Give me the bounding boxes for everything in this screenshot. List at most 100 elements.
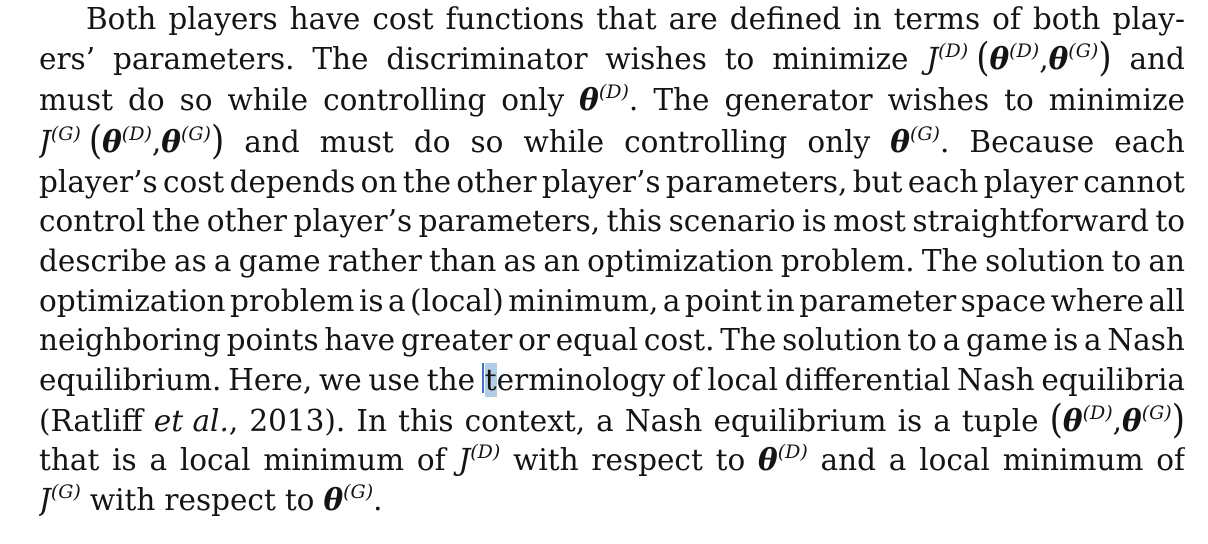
math-theta: θ	[102, 124, 122, 159]
word: neighboring	[39, 323, 221, 357]
math-period: .	[373, 483, 383, 517]
math-theta: θ	[1048, 41, 1069, 76]
word: and	[1129, 42, 1185, 76]
word: is	[897, 404, 923, 438]
text-line: that is a local minimum of J(D) with respect to θ(…	[39, 440, 1185, 480]
word: ers’	[39, 42, 96, 76]
math-lparen: (	[88, 118, 103, 164]
word: each	[1114, 125, 1185, 159]
word: while	[523, 125, 605, 159]
word: than	[428, 244, 497, 278]
math-J-D: J(D)	[926, 39, 968, 79]
word: of	[416, 443, 446, 477]
word: The	[312, 42, 369, 76]
word: while	[227, 83, 309, 117]
word: Both	[86, 2, 157, 36]
word: game	[966, 323, 1048, 357]
math-theta-D: θ(D)	[102, 122, 152, 162]
word: a	[213, 244, 232, 278]
word: optimization	[587, 244, 774, 278]
word: solution	[985, 244, 1105, 278]
etal-comma: ,	[228, 404, 239, 438]
word: play-	[1112, 2, 1185, 36]
word: to	[715, 443, 746, 477]
math-theta-G: θ(G)	[161, 122, 211, 162]
word: on	[360, 165, 398, 199]
word: is	[1053, 323, 1079, 357]
word: equilibrium	[713, 404, 887, 438]
word: Nash	[957, 363, 1035, 397]
math-superscript: (G)	[909, 123, 940, 145]
word: use	[368, 363, 421, 397]
text-line: (Ratliff et al., 2013). In this context, a Nash…	[39, 397, 1185, 443]
word: point	[684, 284, 762, 318]
word: player’s	[541, 165, 661, 199]
word: parameters.	[112, 42, 295, 76]
math-period: .	[628, 83, 639, 117]
word: describe	[39, 244, 167, 278]
math-rparen: )	[1171, 397, 1185, 443]
word: optimization	[39, 284, 226, 318]
word: (local)	[410, 284, 504, 318]
word: do	[127, 83, 165, 117]
math-superscript: (D)	[121, 123, 152, 145]
word: that	[596, 2, 657, 36]
math-J-D: J(D)	[458, 440, 500, 480]
word: so	[179, 83, 213, 117]
math-thetaD-period: θ(D).	[579, 80, 638, 120]
word: to	[1004, 83, 1034, 117]
word: Here,	[228, 363, 313, 397]
word: the	[151, 204, 201, 238]
word: cost	[162, 165, 225, 199]
word: minimize	[772, 42, 909, 76]
math-superscript: (D)	[777, 441, 808, 463]
word: do	[413, 125, 451, 159]
word: player’s	[293, 204, 413, 238]
word: local	[919, 443, 990, 477]
math-J-G: J(G)	[39, 480, 81, 520]
math-superscript: (D)	[470, 441, 501, 463]
word: have	[324, 323, 396, 357]
math-comma: ,	[151, 125, 162, 159]
word: problem.	[780, 244, 915, 278]
word: greater	[400, 323, 513, 357]
word-terminology: terminology	[481, 360, 665, 400]
math-superscript: (G)	[343, 481, 374, 503]
word: respect	[164, 483, 276, 517]
math-comma: ,	[1112, 404, 1123, 438]
word: only	[807, 125, 871, 159]
math-comma: ,	[1039, 42, 1049, 76]
word: Nash	[1107, 323, 1185, 357]
word: this	[398, 404, 454, 438]
word: a	[888, 443, 907, 477]
word: game	[238, 244, 321, 278]
math-J: J	[39, 483, 51, 517]
text-line: player’s cost depends on the other player’s par…	[39, 162, 1185, 202]
word: context,	[464, 404, 586, 438]
paper-page: Both players have cost functions that are defin…	[39, 0, 1185, 544]
word: parameters,	[665, 165, 848, 199]
word: player’s	[39, 165, 158, 199]
word: minimize	[1048, 83, 1185, 117]
word: so	[470, 125, 504, 159]
math-theta-G: θ(G)	[890, 122, 940, 162]
word: controlling	[323, 83, 487, 117]
math-theta: θ	[161, 124, 181, 159]
word: rather	[327, 244, 422, 278]
word: minimum	[1002, 443, 1144, 477]
text-line: J(G) (θ(D),θ(G)) and must do so while controlli…	[39, 118, 1185, 164]
word: in	[766, 284, 795, 318]
math-rparen: )	[210, 118, 225, 164]
word: where	[1050, 284, 1144, 318]
math-J: J	[39, 125, 51, 159]
math-superscript: (D)	[1082, 402, 1113, 424]
word: the	[402, 165, 452, 199]
word: to	[1155, 204, 1185, 238]
word: wishes	[605, 42, 707, 76]
word: each	[907, 165, 979, 199]
math-JG-of-tuple: J(G) (θ(D),θ(G))	[39, 118, 225, 164]
word: generator	[724, 83, 873, 117]
word: The	[720, 323, 777, 357]
text-line: must do so while controlling only θ(D). The gene…	[39, 80, 1185, 120]
word: all	[1148, 284, 1185, 318]
